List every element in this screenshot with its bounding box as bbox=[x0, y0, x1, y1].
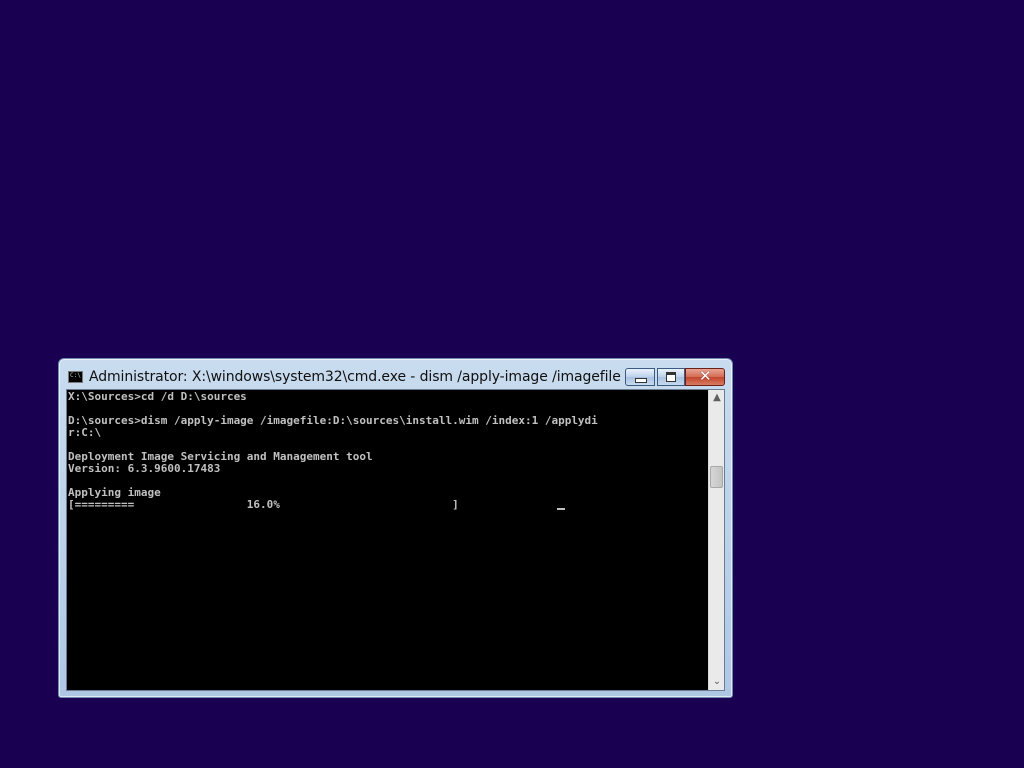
maximize-icon bbox=[666, 372, 676, 382]
console-line: X:\Sources>cd /d D:\sources bbox=[68, 390, 247, 403]
vertical-scrollbar[interactable]: ▲ ⌄ bbox=[708, 390, 724, 690]
close-button[interactable]: ✕ bbox=[685, 367, 725, 386]
chevron-up-icon[interactable]: ▲ bbox=[709, 390, 725, 406]
minimize-button[interactable] bbox=[625, 368, 655, 386]
console-client-area: X:\Sources>cd /d D:\sources D:\sources>d… bbox=[66, 389, 725, 691]
desktop: C:\ Administrator: X:\windows\system32\c… bbox=[0, 0, 1024, 768]
scrollbar-thumb[interactable] bbox=[710, 466, 723, 488]
console-line: r:C:\ bbox=[68, 426, 102, 439]
console-line: Version: 6.3.9600.17483 bbox=[68, 462, 221, 475]
console-output[interactable]: X:\Sources>cd /d D:\sources D:\sources>d… bbox=[67, 390, 708, 690]
console-text: X:\Sources>cd /d D:\sources D:\sources>d… bbox=[68, 391, 598, 511]
cmd-icon-label: C:\ bbox=[70, 372, 81, 379]
text-cursor bbox=[557, 508, 565, 510]
close-icon: ✕ bbox=[699, 367, 712, 385]
title-bar[interactable]: C:\ Administrator: X:\windows\system32\c… bbox=[59, 359, 732, 389]
console-line: D:\sources>dism /apply-image /imagefile:… bbox=[68, 414, 598, 427]
minimize-icon bbox=[635, 378, 647, 383]
cmd-window[interactable]: C:\ Administrator: X:\windows\system32\c… bbox=[58, 358, 733, 698]
window-title: Administrator: X:\windows\system32\cmd.e… bbox=[89, 369, 621, 385]
chevron-down-icon[interactable]: ⌄ bbox=[709, 674, 725, 690]
cmd-console-icon[interactable]: C:\ bbox=[68, 371, 83, 383]
console-line: [========= 16.0% ] bbox=[68, 498, 466, 511]
maximize-button[interactable] bbox=[657, 368, 685, 386]
